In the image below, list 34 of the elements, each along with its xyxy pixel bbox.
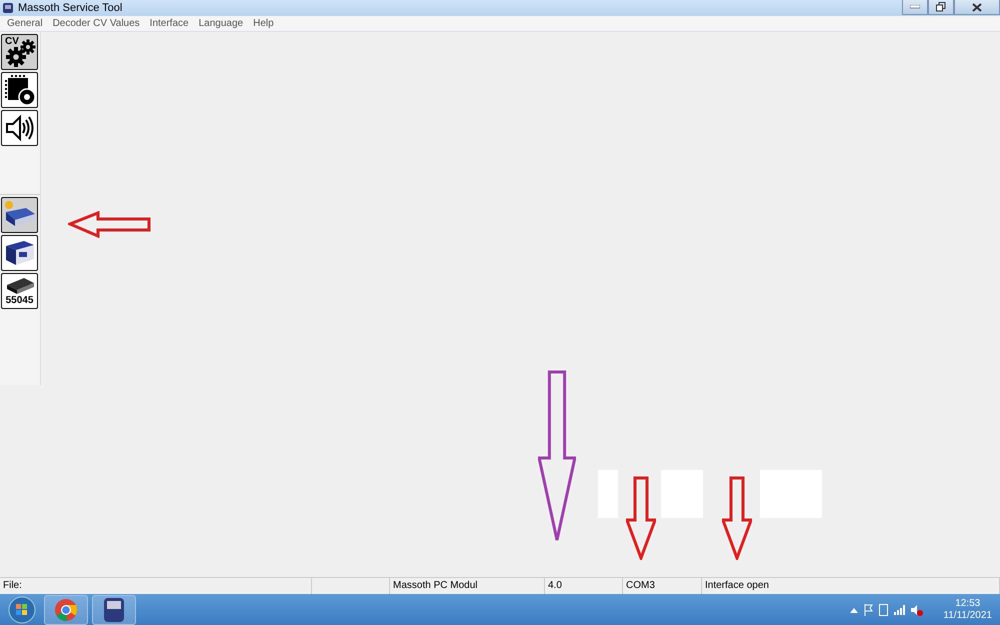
- clock-time: 12:53: [955, 598, 980, 610]
- speaker-icon: [4, 113, 36, 143]
- toolbar-button[interactable]: [1, 110, 38, 146]
- toolbar-button[interactable]: [1, 197, 38, 233]
- menu-item[interactable]: General: [2, 18, 48, 29]
- device-icon: [102, 597, 126, 623]
- toolbar-button[interactable]: [1, 235, 38, 271]
- cv-label: CV: [5, 36, 19, 47]
- device-icon[interactable]: [879, 604, 888, 616]
- menu-item[interactable]: Language: [194, 18, 248, 29]
- chevron-up-icon[interactable]: [850, 607, 858, 613]
- toolbar-button[interactable]: [1, 72, 38, 108]
- menu-item[interactable]: Interface: [144, 18, 194, 29]
- restore-button[interactable]: [928, 0, 954, 15]
- toolbar-button[interactable]: CV: [1, 34, 38, 70]
- window-title: Massoth Service Tool: [18, 2, 122, 14]
- module-number: 55045: [6, 296, 34, 306]
- signal-icon[interactable]: [894, 605, 906, 615]
- flag-icon[interactable]: [864, 604, 874, 616]
- taskbar-button[interactable]: [44, 595, 88, 625]
- menu-item[interactable]: Decoder CV Values: [48, 18, 145, 29]
- taskbar-button[interactable]: [92, 595, 136, 625]
- chip-disc-icon: [4, 74, 36, 106]
- close-icon: [972, 2, 982, 12]
- close-button[interactable]: [954, 0, 1000, 15]
- app-icon: [2, 2, 14, 14]
- browser-icon: [54, 598, 78, 622]
- gears-icon: [4, 37, 36, 67]
- clock-date: 11/11/2021: [943, 610, 992, 622]
- speaker-muted-icon[interactable]: [911, 604, 924, 616]
- toolbar-button[interactable]: 55045: [1, 273, 38, 309]
- menu-item[interactable]: Help: [248, 18, 279, 29]
- restore-icon: [936, 2, 946, 12]
- minimize-icon: [910, 5, 920, 9]
